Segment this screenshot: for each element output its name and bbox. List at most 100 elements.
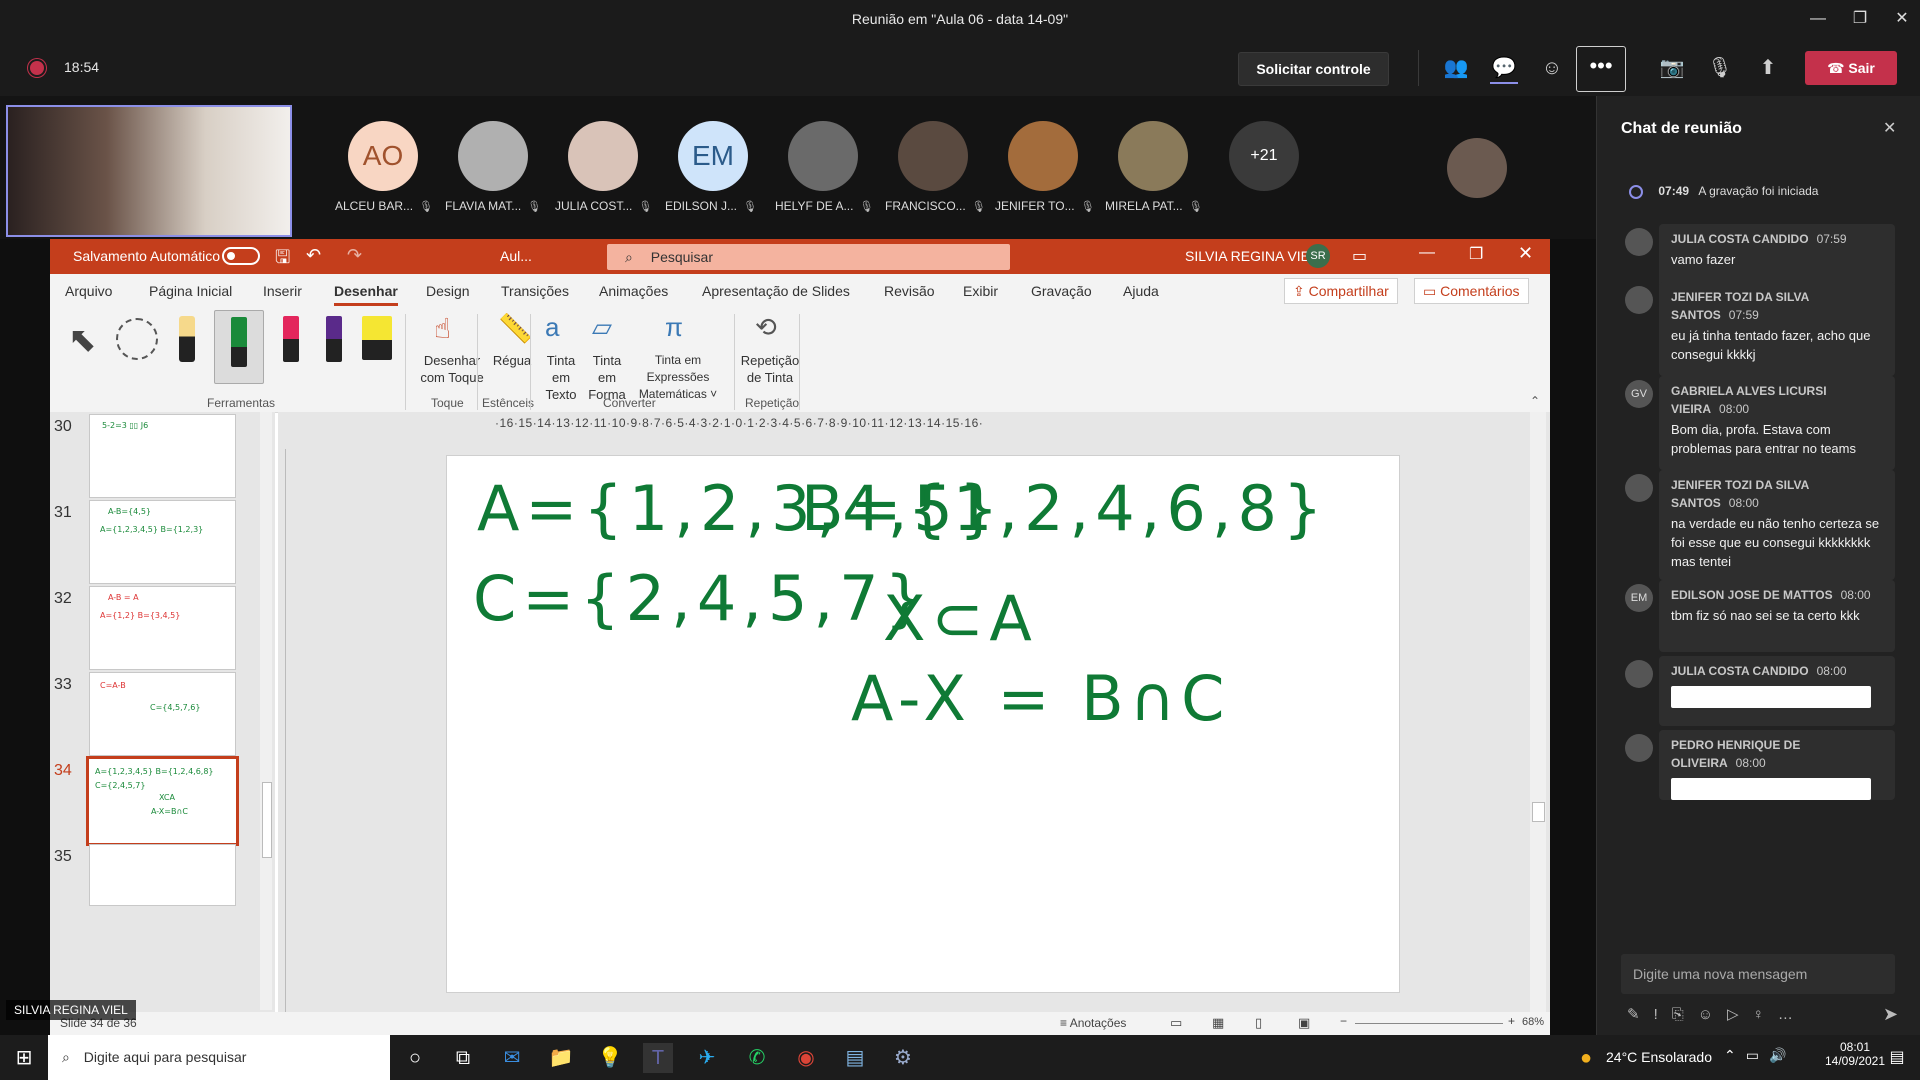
tips-icon[interactable]: 💡 <box>595 1043 625 1073</box>
chat-message[interactable]: JENIFER TOZI DA SILVA SANTOS 07:59 eu já t… <box>1659 282 1895 376</box>
pen-purple-icon[interactable] <box>326 316 342 362</box>
tab-desenhar[interactable]: Desenhar <box>334 283 398 306</box>
tab-animacoes[interactable]: Animações <box>599 283 668 299</box>
participant-tile[interactable] <box>893 121 973 191</box>
participant-tile[interactable] <box>563 121 643 191</box>
chat-message[interactable]: JENIFER TOZI DA SILVA SANTOS 08:00 na verd… <box>1659 470 1895 580</box>
windows-start-icon[interactable]: ⊞ <box>9 1043 39 1073</box>
chat-avatar[interactable] <box>1625 286 1653 314</box>
weather-text[interactable]: 24°C Ensolarado <box>1606 1049 1712 1065</box>
chat-input[interactable]: Digite uma nova mensagem <box>1621 954 1895 994</box>
undo-icon[interactable]: ↶ <box>306 245 321 266</box>
draw-touch-button[interactable]: Desenhar com Toque <box>412 352 492 386</box>
chat-icon[interactable]: 💬 <box>1490 54 1518 84</box>
mic-off-icon[interactable]: 🎙 <box>1706 54 1734 82</box>
collapse-ribbon-icon[interactable]: ⌃ <box>1530 394 1540 408</box>
system-tray-icons[interactable]: ⌃▭🔊 <box>1724 1047 1796 1064</box>
file-name[interactable]: Aul... <box>500 248 532 264</box>
chat-avatar[interactable]: EM <box>1625 584 1653 612</box>
tab-pagina-inicial[interactable]: Página Inicial <box>149 283 232 299</box>
minimize-icon[interactable]: — <box>1803 6 1833 32</box>
zoom-level[interactable]: 68% <box>1522 1016 1544 1028</box>
close-chat-icon[interactable]: ✕ <box>1883 118 1896 138</box>
leave-button[interactable]: ☎ Sair <box>1805 51 1897 85</box>
save-icon[interactable]: 🖫 <box>275 245 290 275</box>
share-button[interactable]: ⇪ Compartilhar <box>1284 278 1398 304</box>
participant-tile[interactable] <box>1003 121 1083 191</box>
participant-tile[interactable]: AO <box>343 121 423 191</box>
tab-gravacao[interactable]: Gravação <box>1031 283 1092 299</box>
normal-view-icon[interactable]: ▭ <box>1170 1015 1182 1031</box>
slideshow-view-icon[interactable]: ▣ <box>1298 1015 1310 1031</box>
redo-icon[interactable]: ↷ <box>347 245 362 266</box>
ppt-restore-icon[interactable]: ❐ <box>1469 244 1483 264</box>
notes-button[interactable]: ≡ Anotações <box>1060 1016 1126 1030</box>
notifications-icon[interactable]: ▤ <box>1882 1043 1912 1073</box>
tab-exibir[interactable]: Exibir <box>963 283 998 299</box>
share-screen-icon[interactable]: ⬆ <box>1754 54 1782 82</box>
tab-transicoes[interactable]: Transições <box>501 283 569 299</box>
ribbon-display-icon[interactable]: ▭ <box>1352 246 1367 266</box>
file-explorer-icon[interactable]: 📁 <box>546 1043 576 1073</box>
pen-green-button[interactable] <box>214 310 264 384</box>
zoom-in-icon[interactable]: + <box>1508 1014 1515 1028</box>
taskbar-search[interactable]: ⌕ Digite aqui para pesquisar <box>48 1035 390 1080</box>
ink-replay-button[interactable]: Repetição de Tinta <box>740 352 800 386</box>
chat-message[interactable]: PEDRO HENRIQUE DE OLIVEIRA 08:00 <box>1659 730 1895 800</box>
slide-thumb[interactable]: A-B={4,5} A={1,2,3,4,5} B={1,2,3} <box>89 500 236 584</box>
chrome-icon[interactable]: ◉ <box>791 1043 821 1073</box>
chat-avatar[interactable]: GV <box>1625 380 1653 408</box>
cortana-icon[interactable]: ○ <box>400 1043 430 1073</box>
lasso-tool-icon[interactable] <box>116 318 158 360</box>
more-actions-button[interactable]: ••• <box>1576 46 1626 92</box>
ppt-close-icon[interactable]: ✕ <box>1518 243 1533 264</box>
participant-tile[interactable] <box>453 121 533 191</box>
chat-image-attachment[interactable] <box>1671 686 1871 708</box>
tab-inserir[interactable]: Inserir <box>263 283 302 299</box>
slide-thumb[interactable] <box>89 844 236 906</box>
ink-to-text-button[interactable]: Tinta em Texto <box>536 352 586 403</box>
chat-avatar[interactable] <box>1625 228 1653 256</box>
notes-app-icon[interactable]: ▤ <box>840 1043 870 1073</box>
tab-design[interactable]: Design <box>426 283 470 299</box>
reading-view-icon[interactable]: ▯ <box>1255 1015 1262 1031</box>
send-icon[interactable]: ➤ <box>1883 1004 1898 1025</box>
canvas-scrollbar[interactable] <box>1530 412 1546 1012</box>
camera-off-icon[interactable]: 📷 <box>1658 54 1686 82</box>
participant-tile[interactable] <box>783 121 863 191</box>
select-tool-icon[interactable]: ⬉ <box>68 320 97 360</box>
telegram-icon[interactable]: ✈ <box>692 1043 722 1073</box>
ppt-minimize-icon[interactable]: — <box>1419 244 1435 262</box>
comments-button[interactable]: ▭ Comentários <box>1414 278 1529 304</box>
thumb-scrollbar[interactable] <box>260 412 272 1010</box>
autosave-toggle[interactable] <box>222 247 260 265</box>
slide-thumb-active[interactable]: A={1,2,3,4,5} B={1,2,4,6,8} C={2,4,5,7} XC… <box>86 756 239 846</box>
slide-thumb[interactable]: C=A-B C={4,5,7,6} <box>89 672 236 756</box>
ruler-button[interactable]: Régua <box>482 352 542 369</box>
chat-avatar[interactable] <box>1625 474 1653 502</box>
current-slide[interactable]: A={1,2,3,4,5} B={1,2,4,6,8} C={2,4,5,7} … <box>446 455 1400 993</box>
reactions-icon[interactable]: ☺ <box>1538 54 1566 82</box>
chat-avatar[interactable] <box>1625 660 1653 688</box>
participants-icon[interactable]: 👥 <box>1442 54 1470 82</box>
mail-icon[interactable]: ✉ <box>497 1043 527 1073</box>
whatsapp-icon[interactable]: ✆ <box>742 1043 772 1073</box>
chat-message[interactable]: EDILSON JOSE DE MATTOS 08:00 tbm fiz só na… <box>1659 580 1895 652</box>
participant-tile[interactable] <box>1113 121 1193 191</box>
chat-image-attachment[interactable] <box>1671 778 1871 800</box>
teams-icon[interactable]: T <box>643 1043 673 1073</box>
compose-toolbar[interactable]: ✎!⎘☺▷♀… <box>1627 1005 1807 1023</box>
search-box[interactable]: ⌕ Pesquisar <box>607 244 1010 270</box>
pen-red-icon[interactable] <box>283 316 299 362</box>
chat-message[interactable]: GABRIELA ALVES LICURSI VIEIRA 08:00 Bom di… <box>1659 376 1895 470</box>
zoom-out-icon[interactable]: − <box>1340 1014 1347 1028</box>
highlighter-yellow-icon[interactable] <box>362 316 392 360</box>
close-icon[interactable]: ✕ <box>1887 6 1917 32</box>
clock[interactable]: 08:01 14/09/2021 <box>1820 1040 1890 1068</box>
tab-arquivo[interactable]: Arquivo <box>65 283 112 299</box>
tab-apresentacao[interactable]: Apresentação de Slides <box>702 283 850 299</box>
request-control-button[interactable]: Solicitar controle <box>1238 52 1389 86</box>
zoom-slider[interactable] <box>1355 1023 1503 1024</box>
ppt-user-avatar[interactable]: SR <box>1306 244 1330 268</box>
tab-ajuda[interactable]: Ajuda <box>1123 283 1159 299</box>
